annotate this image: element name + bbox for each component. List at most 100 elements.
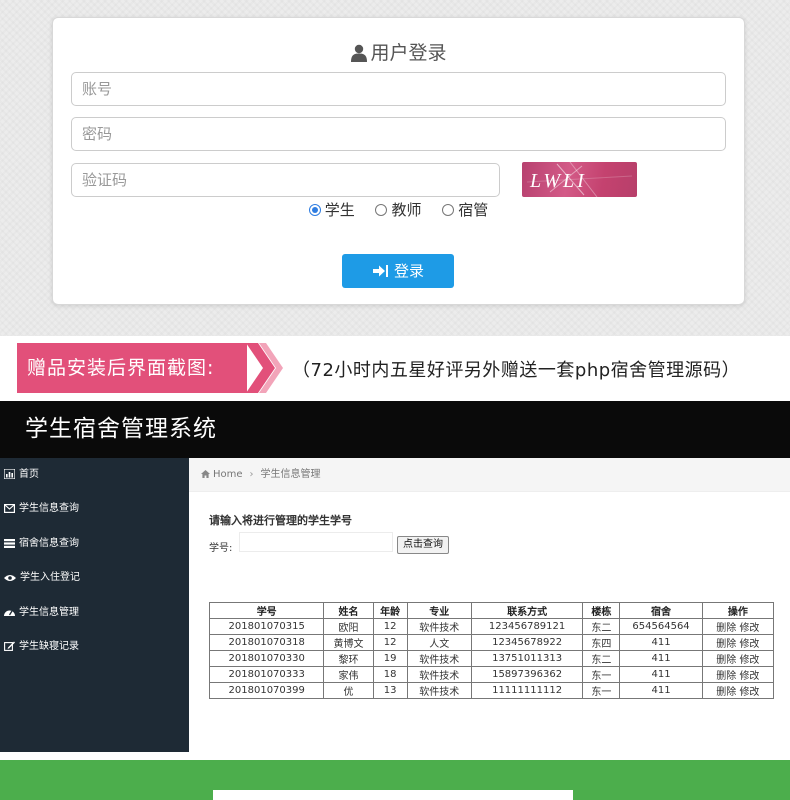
captcha-text: LWLI (529, 170, 587, 192)
table-header-cell: 联系方式 (470, 602, 584, 619)
table-cell: 优 (323, 682, 374, 699)
table-cell: 201801070333 (208, 666, 325, 683)
delete-link[interactable]: 删除 (716, 623, 736, 634)
edit-link[interactable]: 修改 (739, 671, 759, 682)
table-cell: 201801070399 (208, 682, 325, 699)
role-option-teacher[interactable]: 教师 (375, 199, 422, 220)
query-button[interactable]: 点击查询 (397, 536, 449, 554)
delete-link[interactable]: 删除 (716, 639, 736, 650)
user-icon (351, 44, 368, 62)
account-input[interactable]: 账号 (71, 72, 726, 106)
table-header-cell: 专业 (406, 602, 472, 619)
role-selector: 学生 教师 宿管 (53, 199, 744, 220)
table-cell: 411 (619, 682, 703, 699)
delete-link[interactable]: 删除 (716, 671, 736, 682)
login-title: 用户登录 (53, 38, 744, 65)
edit-link[interactable]: 修改 (739, 623, 759, 634)
sidebar-item-student-manage[interactable]: 学生信息管理 (0, 596, 189, 630)
edit-link[interactable]: 修改 (739, 687, 759, 698)
sidebar-item-label: 学生缺寝记录 (19, 640, 79, 652)
table-actions-cell: 删除 修改 (701, 618, 775, 635)
login-card: 用户登录 账号 密码 验证码 LWLI 学生 教师 宿管 登录 (52, 17, 745, 305)
table-row: 201801070399 优 13 软件技术 11111111112 东一 411 删除 修改 (208, 682, 775, 699)
app-title: 学生宿舍管理系统 (0, 401, 790, 458)
table-cell: 411 (619, 650, 703, 667)
edit-link[interactable]: 修改 (739, 639, 759, 650)
table-header-cell: 操作 (701, 602, 775, 619)
sidebar-item-absence-record[interactable]: 学生缺寝记录 (0, 630, 189, 664)
envelope-icon (4, 504, 16, 514)
table-cell: 黄博文 (323, 634, 374, 651)
table-cell: 黎环 (323, 650, 374, 667)
sidebar-item-label: 学生信息查询 (19, 503, 79, 515)
sidebar-item-student-query[interactable]: 学生信息查询 (0, 492, 189, 526)
breadcrumb-separator: › (249, 469, 254, 480)
captcha-image[interactable]: LWLI (522, 162, 637, 197)
table-header-cell: 学号 (208, 602, 325, 619)
table-cell: 12 (372, 618, 408, 635)
captcha-placeholder: 验证码 (82, 171, 128, 189)
role-option-student[interactable]: 学生 (308, 199, 355, 220)
sign-in-icon (372, 265, 388, 277)
bar-chart-icon (3, 468, 16, 480)
table-cell: 软件技术 (406, 682, 472, 699)
footer-panel (213, 790, 573, 800)
sidebar: 首页 学生信息查询 宿舍信息查询 学生入住登记 学生信息管理 学生缺寝记录 (0, 458, 189, 752)
table-cell: 东一 (582, 666, 621, 683)
radio-dorm-manager[interactable] (442, 204, 455, 216)
role-option-dorm-manager[interactable]: 宿管 (442, 199, 488, 220)
table-row: 201801070333 家伟 18 软件技术 15897396362 东一 411 删除 修… (208, 666, 775, 683)
table-cell: 19 (372, 650, 408, 667)
table-cell: 411 (619, 634, 703, 651)
table-cell: 软件技术 (406, 618, 472, 635)
delete-link[interactable]: 删除 (716, 655, 736, 666)
edit-link[interactable]: 修改 (739, 655, 759, 666)
edit-icon (4, 641, 15, 651)
table-row: 201801070318 黄博文 12 人文 12345678922 东四 411 删除 修改 (208, 634, 775, 651)
radio-teacher[interactable] (375, 204, 388, 216)
table-cell: 123456789121 (470, 618, 584, 635)
table-row: 201801070330 黎环 19 软件技术 13751011313 东二 411 删除 修… (208, 650, 775, 667)
banner-label: 赠品安装后界面截图: (17, 343, 247, 393)
home-icon (201, 470, 210, 478)
role-dorm-manager-label: 宿管 (458, 201, 489, 219)
student-id-input[interactable] (239, 532, 393, 552)
sidebar-item-dorm-query[interactable]: 宿舍信息查询 (0, 527, 189, 561)
table-cell: 12345678922 (470, 634, 584, 651)
login-button[interactable]: 登录 (342, 254, 454, 288)
login-button-label: 登录 (393, 262, 424, 280)
table-header-cell: 楼栋 (582, 602, 621, 619)
sidebar-item-label: 学生入住登记 (20, 572, 80, 584)
table-cell: 411 (619, 666, 703, 683)
breadcrumb: Home › 学生信息管理 (189, 458, 790, 492)
table-actions-cell: 删除 修改 (701, 650, 775, 667)
sidebar-item-label: 首页 (19, 469, 39, 480)
breadcrumb-current: 学生信息管理 (260, 469, 321, 480)
table-cell: 东一 (582, 682, 621, 699)
captcha-noise: LWLI (526, 162, 633, 197)
dashboard-icon (4, 610, 15, 616)
student-table: 学号 姓名 年龄 专业 联系方式 楼栋 宿舍 操作 201801070315 欧阳 12 软件技术 1… (208, 602, 775, 699)
breadcrumb-home[interactable]: Home (213, 469, 243, 480)
main-content: Home › 学生信息管理 请输入将进行管理的学生学号 学号: 点击查询 学号 姓名年… (189, 458, 790, 752)
sidebar-item-checkin[interactable]: 学生入住登记 (0, 561, 189, 595)
table-cell: 201801070330 (208, 650, 325, 667)
login-title-text: 用户登录 (370, 42, 447, 64)
captcha-input[interactable]: 验证码 (71, 163, 500, 197)
form-title: 请输入将进行管理的学生学号 (209, 514, 352, 527)
table-cell: 11111111112 (470, 682, 584, 699)
banner-promo-text: （72小时内五星好评另外赠送一套php宿舍管理源码） (292, 360, 741, 381)
table-cell: 东二 (582, 618, 621, 635)
sidebar-item-home[interactable]: 首页 (0, 458, 189, 492)
password-input[interactable]: 密码 (71, 117, 726, 151)
table-cell: 人文 (406, 634, 472, 651)
table-actions-cell: 删除 修改 (701, 682, 775, 699)
role-teacher-label: 教师 (391, 201, 422, 219)
sidebar-item-label: 宿舍信息查询 (19, 537, 79, 549)
delete-link[interactable]: 删除 (716, 687, 736, 698)
table-actions-cell: 删除 修改 (701, 634, 775, 651)
list-icon (4, 538, 15, 548)
radio-student[interactable] (308, 204, 321, 216)
role-student-label: 学生 (324, 201, 355, 219)
table-cell: 15897396362 (470, 666, 584, 683)
